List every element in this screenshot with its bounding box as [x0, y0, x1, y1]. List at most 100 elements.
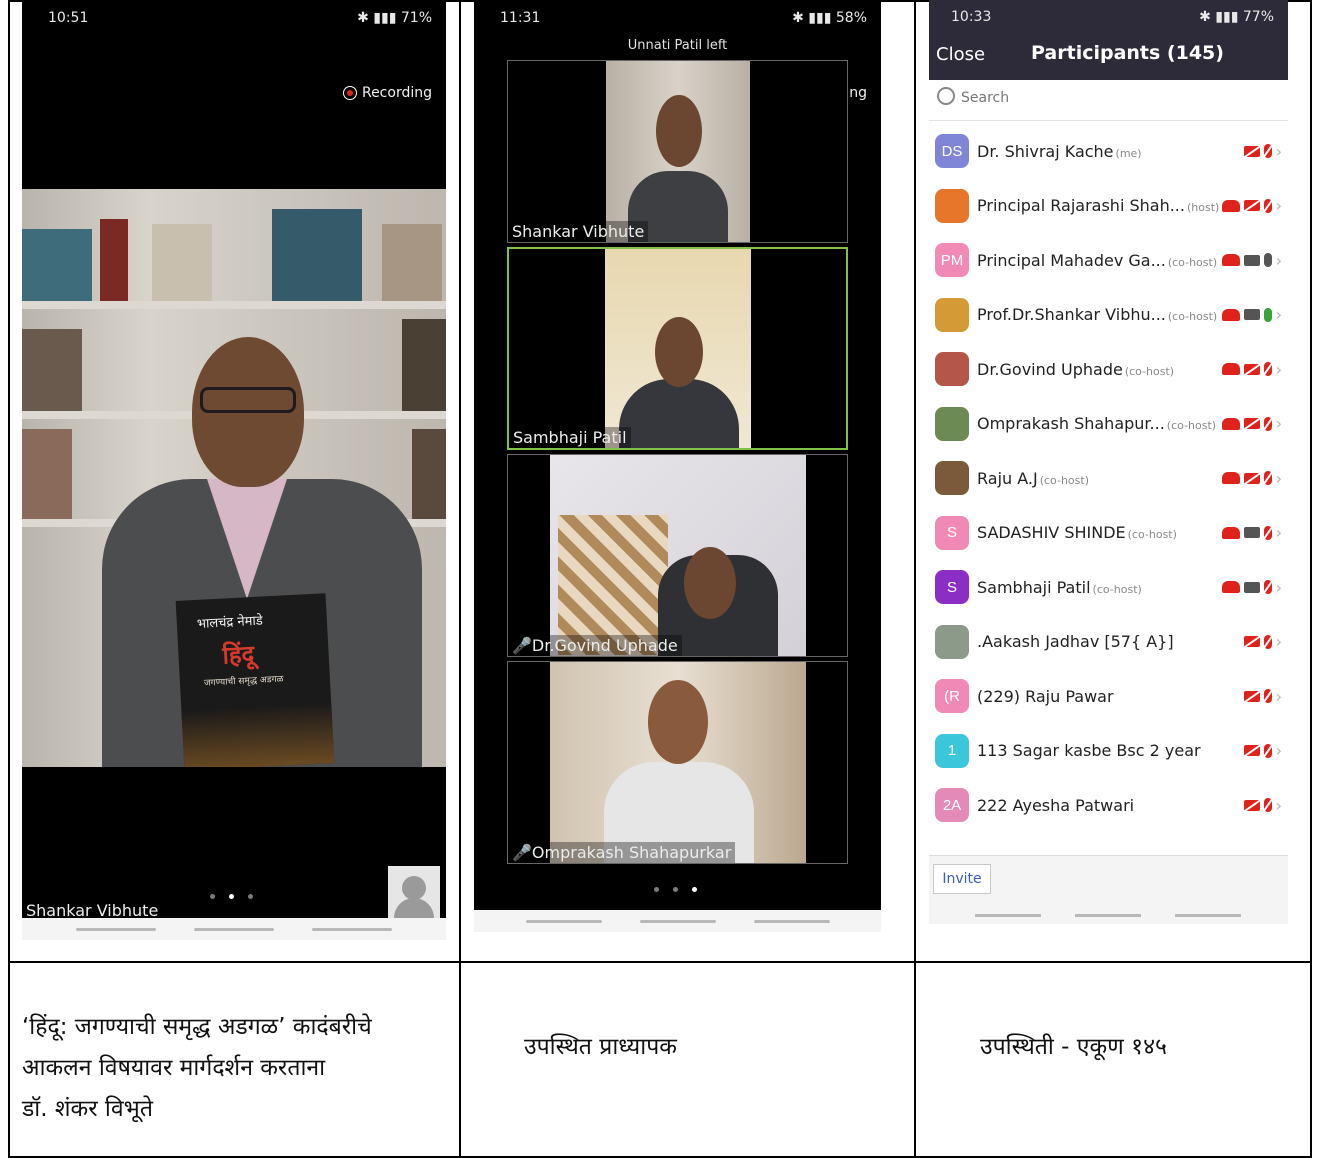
mic-muted-icon: 🎤 — [512, 636, 532, 655]
cloud-icon — [1221, 254, 1240, 266]
participant-row[interactable]: DS Dr. Shivraj Kache (me) › — [929, 124, 1288, 178]
mic-muted-icon — [1263, 689, 1272, 703]
page-dot-2[interactable] — [673, 887, 678, 892]
search-bar[interactable]: Search — [929, 80, 1288, 121]
participants-list[interactable]: Search DS Dr. Shivraj Kache (me) › Principal… — [929, 80, 1288, 855]
status-battery: ✱ ▮▮▮ 71% — [357, 10, 432, 26]
participant-row[interactable]: Prof.Dr.Shankar Vibhu... (co-host) › — [929, 288, 1288, 342]
avatar: PM — [935, 243, 969, 277]
search-icon — [937, 87, 955, 105]
recording-indicator[interactable]: Recording — [342, 85, 432, 101]
battery-percent: 77% — [1242, 9, 1274, 25]
video-tile-4[interactable]: 🎤Omprakash Shahapurkar — [507, 661, 848, 864]
video-off-icon — [1243, 145, 1260, 157]
participant-role-tag: (co-host) — [1127, 528, 1177, 541]
cloud-icon — [1221, 308, 1240, 321]
participant-status-icons: › — [1243, 142, 1282, 161]
page-dot-1[interactable] — [654, 887, 659, 892]
participant-status-icons: › — [1221, 250, 1282, 270]
page-dot-1[interactable] — [210, 894, 215, 899]
avatar — [935, 461, 969, 495]
chevron-right-icon: › — [1275, 632, 1282, 651]
caption-attendance: उपस्थिती - एकूण १४५ — [980, 1034, 1168, 1060]
column-divider-2 — [914, 0, 916, 1158]
participant-row[interactable]: 2A 222 Ayesha Patwari › — [929, 778, 1288, 832]
chevron-right-icon: › — [1275, 414, 1282, 433]
search-input[interactable]: Search — [961, 90, 1009, 106]
mic-muted-icon — [1263, 471, 1272, 485]
cloud-icon — [1221, 417, 1240, 430]
video-tile-1[interactable]: Shankar Vibhute — [507, 60, 848, 243]
page-dot-2[interactable] — [229, 894, 234, 899]
mic-muted-icon — [1263, 634, 1272, 649]
page-indicator[interactable] — [654, 887, 697, 892]
mic-muted-icon — [1263, 743, 1272, 758]
participant-status-icons: › — [1221, 414, 1282, 433]
row-divider — [8, 961, 1312, 963]
chevron-right-icon: › — [1275, 250, 1282, 270]
chevron-right-icon: › — [1275, 359, 1282, 379]
participant-row[interactable]: Raju A.J (co-host) › — [929, 451, 1288, 505]
participant-left-notice: Unnati Patil left — [627, 38, 728, 53]
avatar: DS — [935, 134, 969, 168]
video-tile-2[interactable]: Sambhaji Patil — [507, 247, 848, 450]
participant-name: SADASHIV SHINDE (co-host) — [977, 523, 1177, 542]
participant-role-tag: (me) — [1115, 146, 1142, 160]
avatar: 2A — [935, 788, 969, 822]
video-tile-3[interactable]: 🎤Dr.Govind Uphade — [507, 454, 848, 657]
participant-role-tag: (host) — [1186, 201, 1220, 214]
participant-name-text: SADASHIV SHINDE — [977, 523, 1126, 542]
self-view-thumbnail[interactable] — [388, 866, 440, 918]
video-icon — [1243, 309, 1260, 320]
participant-name: Dr. Shivraj Kache (me) — [977, 142, 1142, 161]
cloud-icon — [1221, 581, 1240, 593]
gallery-view-screenshot: 11:31 ✱ ▮▮▮ 58% Unnati Patil left Record… — [474, 0, 881, 932]
mic-muted-icon — [1263, 198, 1272, 213]
participant-row[interactable]: .Aakash Jadhav [57{ A}] › — [929, 615, 1288, 669]
video-off-icon — [1243, 799, 1260, 811]
participant-status-icons: › — [1243, 686, 1282, 706]
mic-muted-icon — [1263, 144, 1272, 158]
participant-name-text: .Aakash Jadhav [57{ A}] — [977, 632, 1174, 651]
page-indicator[interactable] — [210, 894, 253, 899]
participant-row[interactable]: Omprakash Shahapur... (co-host) › — [929, 397, 1288, 451]
book-subtitle: जगण्याची समृद्ध अडगळ — [203, 674, 284, 689]
participant-status-icons: › — [1221, 359, 1282, 379]
participant-name-text: (229) Raju Pawar — [977, 686, 1114, 706]
participant-name-text: 222 Ayesha Patwari — [977, 795, 1135, 815]
video-off-icon — [1243, 690, 1260, 702]
avatar-placeholder-icon — [402, 876, 426, 900]
participant-row[interactable]: S Sambhaji Patil (co-host) › — [929, 560, 1288, 614]
video-off-icon — [1243, 636, 1260, 647]
video-off-icon — [1243, 472, 1260, 484]
invite-button[interactable]: Invite — [933, 864, 991, 894]
participant-name-text: Sambhaji Patil — [977, 577, 1091, 597]
mic-muted-icon — [1263, 416, 1272, 431]
participant-role-tag: (co-host) — [1092, 582, 1142, 596]
participant-name-text: Prof.Dr.Shankar Vibhu... — [977, 305, 1166, 324]
participant-row[interactable]: S SADASHIV SHINDE (co-host) › — [929, 506, 1288, 560]
chevron-right-icon: › — [1275, 305, 1282, 324]
participant-status-icons: › — [1221, 469, 1282, 488]
chevron-right-icon: › — [1275, 741, 1282, 760]
participant-name: .Aakash Jadhav [57{ A}] — [977, 632, 1176, 651]
page-dot-3[interactable] — [248, 894, 253, 899]
participant-row[interactable]: 1 113 Sagar kasbe Bsc 2 year › — [929, 724, 1288, 778]
avatar — [935, 406, 969, 441]
caption-line: ‘हिंदू: जगण्याची समृद्ध अडगळ’ कादंबरीचे — [22, 1014, 372, 1040]
chevron-right-icon: › — [1275, 686, 1282, 706]
participant-row[interactable]: Dr.Govind Uphade (co-host) › — [929, 342, 1288, 396]
participant-row[interactable]: Principal Rajarashi Shah... (host) › — [929, 179, 1288, 233]
video-off-icon — [1243, 418, 1260, 429]
participant-name-text: Raju A.J — [977, 468, 1038, 488]
participant-row[interactable]: PM Principal Mahadev Ga... (co-host) › — [929, 233, 1288, 287]
participant-name-text: 113 Sagar kasbe Bsc 2 year — [977, 741, 1201, 760]
page-dot-3[interactable] — [692, 887, 697, 892]
participant-row[interactable]: (R (229) Raju Pawar › — [929, 669, 1288, 723]
bluetooth-icon: ✱ ▮▮▮ — [1199, 9, 1243, 25]
video-off-icon — [1243, 745, 1260, 756]
chevron-right-icon: › — [1275, 196, 1282, 215]
close-button[interactable]: Close — [936, 44, 985, 65]
android-nav-bar — [22, 918, 446, 940]
avatar: S — [935, 570, 969, 604]
